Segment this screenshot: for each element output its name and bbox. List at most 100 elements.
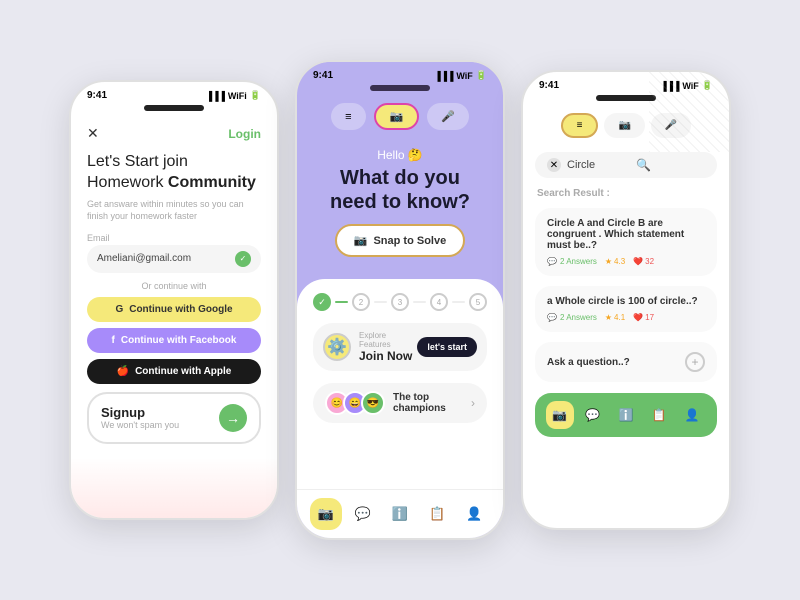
- likes-count-1: 32: [645, 257, 654, 266]
- result1-text: Circle A and Circle B are congruent . Wh…: [547, 218, 705, 251]
- snap-label: Snap to Solve: [373, 235, 446, 247]
- notch-left: [144, 105, 204, 111]
- signup-text: Signup We won't spam you: [101, 405, 179, 430]
- search-icon[interactable]: 🔍: [636, 158, 705, 172]
- progress-line-4: [452, 301, 465, 303]
- apple-button[interactable]: 🍎 Continue with Apple: [87, 359, 261, 384]
- right-nav-info[interactable]: ℹ️: [612, 401, 640, 429]
- lets-start-button[interactable]: let's start: [417, 337, 477, 357]
- answer-icon-1: 💬: [547, 257, 557, 266]
- right-nav-camera[interactable]: 📷: [546, 401, 574, 429]
- answers-badge-2: 💬 2 Answers: [547, 313, 597, 322]
- step-4: 4: [430, 293, 448, 311]
- tab-text[interactable]: ≡: [331, 103, 365, 130]
- result1-meta: 💬 2 Answers ★ 4.3 ❤️ 32: [547, 257, 705, 266]
- right-tab-camera[interactable]: 📷: [604, 113, 644, 138]
- progress-line-2: [374, 301, 387, 303]
- nav-camera[interactable]: 📷: [310, 498, 342, 530]
- join-now-label: Join Now: [359, 349, 417, 363]
- status-bar-right: 9:41 ▐▐▐ WiF 🔋: [523, 72, 729, 95]
- google-button[interactable]: G Continue with Google: [87, 297, 261, 322]
- email-input[interactable]: Ameliani@gmail.com ✓: [87, 245, 261, 273]
- facebook-label: Continue with Facebook: [121, 335, 237, 346]
- avatars: 😊 😄 😎: [325, 391, 385, 415]
- email-value: Ameliani@gmail.com: [97, 253, 235, 264]
- tab-camera[interactable]: 📷: [374, 103, 420, 130]
- notch-right: [596, 95, 656, 101]
- hello-section: Hello 🤔 What do you need to know? 📷 Snap…: [297, 138, 503, 279]
- nav-info[interactable]: ℹ️: [384, 498, 416, 530]
- progress-line: [335, 301, 348, 303]
- wifi-icon-r: WiF: [682, 81, 698, 91]
- step-3: 3: [391, 293, 409, 311]
- right-tab-text[interactable]: ≡: [561, 113, 599, 138]
- result-card-2[interactable]: a Whole circle is 100 of circle..? 💬 2 A…: [535, 286, 717, 332]
- wifi-icon: WiFi: [228, 91, 247, 101]
- answers-badge-1: 💬 2 Answers: [547, 257, 597, 266]
- clear-icon[interactable]: ✕: [547, 158, 561, 172]
- apple-label: Continue with Apple: [135, 366, 231, 377]
- result2-text: a Whole circle is 100 of circle..?: [547, 296, 705, 307]
- status-bar-left: 9:41 ▐▐▐ WiFi 🔋: [71, 82, 277, 105]
- wifi-icon-m: WiF: [456, 71, 472, 81]
- right-bottom-bar: 📷 💬 ℹ️ 📋 👤: [535, 393, 717, 437]
- progress-line-3: [413, 301, 426, 303]
- subtext: Get answare within minutes so you can fi…: [87, 198, 261, 223]
- battery-icon: 🔋: [250, 90, 261, 101]
- notch-middle: [370, 85, 430, 91]
- or-text: Or continue with: [87, 281, 261, 291]
- signup-arrow[interactable]: →: [219, 404, 247, 432]
- time-middle: 9:41: [313, 70, 333, 81]
- signal-icon-m: ▐▐▐: [434, 71, 453, 81]
- right-tab-mic[interactable]: 🎤: [651, 113, 691, 138]
- heart-icon-2: ❤️: [633, 313, 643, 322]
- apple-icon: 🍎: [117, 366, 129, 377]
- headline: Let's Start join Homework Community: [87, 152, 261, 194]
- status-icons-left: ▐▐▐ WiFi 🔋: [206, 90, 261, 101]
- right-nav-chat[interactable]: 💬: [579, 401, 607, 429]
- tab-mic[interactable]: 🎤: [427, 103, 469, 130]
- main-question: What do you need to know?: [317, 166, 483, 214]
- likes-2: ❤️ 17: [633, 313, 654, 322]
- search-bar[interactable]: ✕ Circle 🔍: [535, 152, 717, 178]
- ask-card[interactable]: Ask a question..? +: [535, 342, 717, 382]
- likes-count-2: 17: [645, 313, 654, 322]
- explore-icon: ⚙️: [323, 333, 351, 361]
- right-nav-user[interactable]: 👤: [678, 401, 706, 429]
- rating-value-2: 4.1: [614, 313, 625, 322]
- time-left: 9:41: [87, 90, 107, 101]
- likes-1: ❤️ 32: [633, 257, 654, 266]
- answer-icon-2: 💬: [547, 313, 557, 322]
- snap-to-solve-button[interactable]: 📷 Snap to Solve: [335, 224, 465, 257]
- join-now-row: ⚙️ Explore Features Join Now let's start: [313, 323, 487, 371]
- champions-label: The top champions: [393, 392, 471, 414]
- left-phone: 9:41 ▐▐▐ WiFi 🔋 ✕ Login Let's Start join…: [69, 80, 279, 520]
- check-icon: ✓: [235, 251, 251, 267]
- step-check: ✓: [313, 293, 331, 311]
- signup-title: Signup: [101, 405, 179, 420]
- battery-icon-m: 🔋: [476, 70, 487, 81]
- plus-button[interactable]: +: [685, 352, 705, 372]
- champions-row[interactable]: 😊 😄 😎 The top champions ›: [313, 383, 487, 423]
- star-icon-1: ★: [605, 257, 612, 266]
- status-icons-right: ▐▐▐ WiF 🔋: [660, 80, 713, 91]
- signup-box[interactable]: Signup We won't spam you →: [87, 392, 261, 444]
- result2-meta: 💬 2 Answers ★ 4.1 ❤️ 17: [547, 313, 705, 322]
- facebook-button[interactable]: f Continue with Facebook: [87, 328, 261, 353]
- nav-list[interactable]: 📋: [421, 498, 453, 530]
- login-link[interactable]: Login: [228, 127, 261, 141]
- close-button[interactable]: ✕: [87, 125, 99, 142]
- time-right: 9:41: [539, 80, 559, 91]
- rating-1: ★ 4.3: [605, 257, 625, 266]
- join-info: Explore Features Join Now: [359, 331, 417, 363]
- nav-user[interactable]: 👤: [458, 498, 490, 530]
- close-login-row: ✕ Login: [87, 125, 261, 142]
- right-nav-list[interactable]: 📋: [645, 401, 673, 429]
- search-result-label: Search Result :: [523, 184, 729, 203]
- result-card-1[interactable]: Circle A and Circle B are congruent . Wh…: [535, 208, 717, 276]
- top-tabs-middle: ≡ 📷 🎤: [297, 95, 503, 138]
- middle-phone: 9:41 ▐▐▐ WiF 🔋 ≡ 📷 🎤 Hello 🤔 What do you…: [295, 60, 505, 540]
- step-5: 5: [469, 293, 487, 311]
- nav-chat[interactable]: 💬: [347, 498, 379, 530]
- answer-count-1: 2 Answers: [560, 257, 597, 266]
